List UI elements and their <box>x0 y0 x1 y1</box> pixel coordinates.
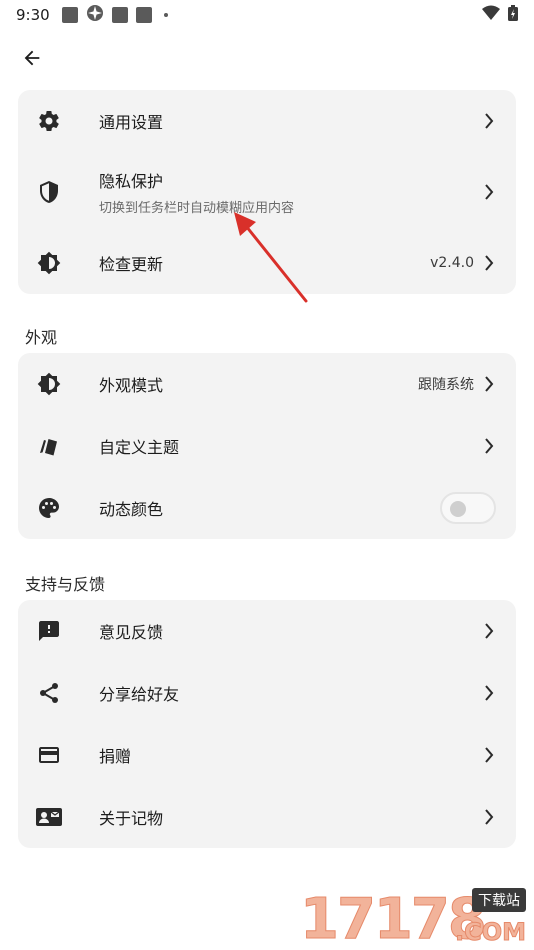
status-bar: 9:30 <box>0 0 534 30</box>
back-button[interactable] <box>16 42 48 74</box>
custom-theme-item[interactable]: 自定义主题 <box>18 415 516 477</box>
gallery-notification-icon <box>86 4 104 26</box>
privacy-protection-label: 隐私保护 <box>99 172 164 191</box>
support-section-title: 支持与反馈 <box>25 575 106 594</box>
chevron-right-icon <box>482 809 496 825</box>
check-update-item[interactable]: 检查更新 v2.4.0 <box>18 232 516 294</box>
donate-label: 捐赠 <box>99 747 132 766</box>
watermark-logo: 17178 下载站 .COM <box>300 888 530 948</box>
feedback-label: 意见反馈 <box>99 623 164 642</box>
custom-theme-label: 自定义主题 <box>99 438 180 457</box>
appearance-mode-label: 外观模式 <box>99 376 164 395</box>
appearance-mode-value: 跟随系统 <box>418 377 474 393</box>
arrow-left-icon <box>24 50 40 66</box>
appearance-section-title: 外观 <box>25 328 58 347</box>
battery-icon <box>508 5 518 25</box>
about-label: 关于记物 <box>99 809 164 828</box>
notification-icon <box>135 7 152 23</box>
brightness-icon <box>36 371 62 397</box>
credit-card-icon <box>36 742 62 768</box>
appearance-mode-item[interactable]: 外观模式 跟随系统 <box>18 353 516 415</box>
chevron-right-icon <box>482 685 496 701</box>
style-icon <box>36 433 62 459</box>
donate-item[interactable]: 捐赠 <box>18 724 516 786</box>
appearance-card: 外观模式 跟随系统 自定义主题 动态颜色 <box>18 353 516 539</box>
chevron-right-icon <box>482 376 496 392</box>
brightness-icon <box>36 250 62 276</box>
wifi-icon <box>482 5 500 25</box>
general-settings-label: 通用设置 <box>99 113 164 132</box>
more-notifications-icon <box>163 13 168 17</box>
chevron-right-icon <box>482 623 496 639</box>
feedback-icon <box>36 618 62 644</box>
notification-icons <box>61 4 168 26</box>
feedback-item[interactable]: 意见反馈 <box>18 600 516 662</box>
gear-icon <box>36 108 62 134</box>
chevron-right-icon <box>482 113 496 129</box>
chevron-right-icon <box>482 255 496 271</box>
watermark-badge: 下载站 <box>472 888 526 912</box>
general-settings-item[interactable]: 通用设置 <box>18 90 516 152</box>
toggle-knob <box>450 501 466 517</box>
share-label: 分享给好友 <box>99 685 180 704</box>
chevron-right-icon <box>482 184 496 200</box>
chevron-right-icon <box>482 438 496 454</box>
privacy-protection-description: 切换到任务栏时自动模糊应用内容 <box>99 201 295 216</box>
dynamic-color-toggle[interactable] <box>440 492 496 524</box>
dynamic-color-label: 动态颜色 <box>99 500 164 519</box>
general-settings-card: 通用设置 隐私保护 切换到任务栏时自动模糊应用内容 检查更新 v2.4.0 <box>18 90 516 294</box>
about-item[interactable]: 关于记物 <box>18 786 516 848</box>
contact-mail-icon <box>36 804 62 830</box>
watermark-com: .COM <box>454 918 526 947</box>
version-value: v2.4.0 <box>430 255 474 271</box>
check-update-label: 检查更新 <box>99 255 164 274</box>
share-item[interactable]: 分享给好友 <box>18 662 516 724</box>
chevron-right-icon <box>482 747 496 763</box>
palette-icon <box>36 495 62 521</box>
dynamic-color-item: 动态颜色 <box>18 477 516 539</box>
privacy-protection-item[interactable]: 隐私保护 切换到任务栏时自动模糊应用内容 <box>18 152 516 232</box>
shield-icon <box>36 179 62 205</box>
share-icon <box>36 680 62 706</box>
support-card: 意见反馈 分享给好友 捐赠 关于记物 <box>18 600 516 848</box>
status-time: 9:30 <box>16 6 50 24</box>
notification-icon <box>111 7 128 23</box>
notification-icon <box>61 7 78 23</box>
